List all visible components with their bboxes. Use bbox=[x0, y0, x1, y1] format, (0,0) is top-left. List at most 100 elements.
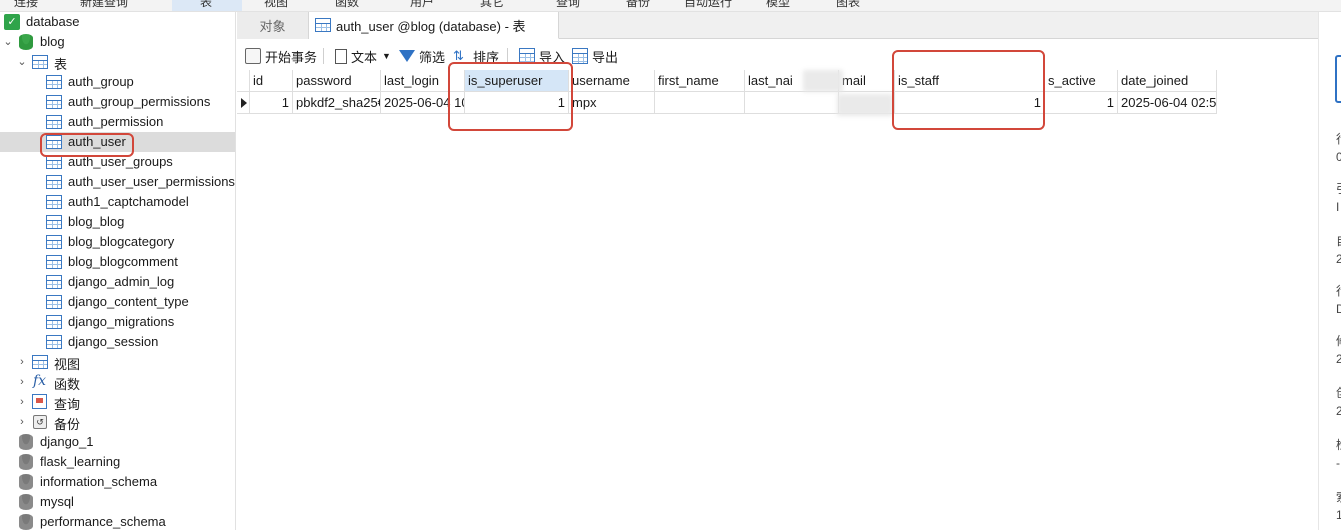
navigation-tree: ✓ database ⌄ blog ⌄ 表 auth_group auth_gr… bbox=[0, 12, 236, 530]
toolbar-divider bbox=[323, 48, 324, 64]
text-button[interactable]: 文本 ▼ bbox=[335, 46, 391, 66]
sidebar-item-table[interactable]: blog_blogcategory bbox=[0, 232, 235, 252]
cell-is-staff[interactable]: 1 bbox=[895, 92, 1045, 114]
toolbar-user-button[interactable]: 用户 bbox=[410, 0, 434, 10]
current-row-indicator[interactable] bbox=[237, 92, 250, 114]
filter-label: 筛选 bbox=[419, 49, 446, 65]
cell-first-name[interactable] bbox=[655, 92, 745, 114]
sidebar-item-table[interactable]: blog_blog bbox=[0, 212, 235, 232]
tree-database[interactable]: information_schema bbox=[0, 472, 235, 492]
column-header-username[interactable]: username bbox=[569, 70, 655, 92]
filter-button[interactable]: 筛选 bbox=[399, 46, 445, 66]
info-label: 检 bbox=[1336, 436, 1341, 453]
cell-password[interactable]: pbkdf2_sha25€ bbox=[293, 92, 381, 114]
sidebar-item-label: auth1_captchamodel bbox=[68, 194, 189, 209]
info-label: 修 bbox=[1336, 332, 1341, 349]
toolbar-chart-button[interactable]: 图表 bbox=[836, 0, 860, 10]
column-header-is-staff[interactable]: is_staff bbox=[895, 70, 1045, 92]
toolbar-other-button[interactable]: 其它 bbox=[480, 0, 504, 10]
tree-views-group[interactable]: › 视图 bbox=[0, 352, 235, 372]
table-icon bbox=[46, 255, 62, 269]
sidebar-item-table[interactable]: django_session bbox=[0, 332, 235, 352]
toolbar-table-button[interactable]: 表 bbox=[200, 0, 212, 10]
begin-transaction-button[interactable]: 开始事务 bbox=[245, 46, 317, 66]
import-button[interactable]: 导入 bbox=[519, 46, 565, 66]
sidebar-item-table[interactable]: django_content_type bbox=[0, 292, 235, 312]
export-icon bbox=[572, 48, 588, 64]
toolbar-function-button[interactable]: 函数 bbox=[335, 0, 359, 10]
export-label: 导出 bbox=[592, 49, 619, 65]
info-label: 引 bbox=[1336, 180, 1341, 197]
toolbar-automation-button[interactable]: 自动运行 bbox=[684, 0, 732, 10]
column-header-first-name[interactable]: first_name bbox=[655, 70, 745, 92]
dropdown-arrow-icon[interactable]: ▼ bbox=[382, 51, 391, 61]
cell-is-active[interactable]: 1 bbox=[1045, 92, 1118, 114]
sort-button[interactable]: ⇅ 排序 bbox=[453, 46, 499, 66]
sidebar-item-table[interactable]: auth_group bbox=[0, 72, 235, 92]
tree-database[interactable]: flask_learning bbox=[0, 452, 235, 472]
sidebar-item-table[interactable]: auth_user_groups bbox=[0, 152, 235, 172]
cell-username[interactable]: mpx bbox=[569, 92, 655, 114]
redaction-patch bbox=[803, 70, 843, 92]
sidebar-item-table[interactable]: auth_group_permissions bbox=[0, 92, 235, 112]
sidebar-item-table[interactable]: auth_user_user_permissions bbox=[0, 172, 235, 192]
chevron-right-icon[interactable]: › bbox=[16, 416, 28, 428]
chevron-right-icon[interactable]: › bbox=[16, 396, 28, 408]
info-label: 创 bbox=[1336, 384, 1341, 401]
table-icon bbox=[46, 215, 62, 229]
column-header-email[interactable]: mail bbox=[839, 70, 895, 92]
cell-date-joined[interactable]: 2025-06-04 02:5 bbox=[1118, 92, 1217, 114]
cell-last-name[interactable] bbox=[745, 92, 839, 114]
toolbar-divider bbox=[507, 48, 508, 64]
toolbar-connect-button[interactable]: 连接 bbox=[14, 0, 38, 10]
panel-toggle-icon[interactable] bbox=[1335, 55, 1341, 103]
tree-database-blog[interactable]: ⌄ blog bbox=[0, 32, 235, 52]
sidebar-item-table[interactable]: django_admin_log bbox=[0, 272, 235, 292]
toolbar-query-button[interactable]: 查询 bbox=[556, 0, 580, 10]
sidebar-item-label: auth_group_permissions bbox=[68, 94, 211, 109]
toolbar-backup-button[interactable]: 备份 bbox=[626, 0, 650, 10]
chevron-down-icon[interactable]: ⌄ bbox=[2, 36, 14, 48]
tree-database[interactable]: performance_schema bbox=[0, 512, 235, 530]
tree-backups-group[interactable]: › ↺ 备份 bbox=[0, 412, 235, 432]
sort-icon: ⇅ bbox=[453, 48, 464, 63]
column-header-is-superuser[interactable]: is_superuser bbox=[465, 70, 569, 92]
cell-last-login[interactable]: 2025-06-04 10 bbox=[381, 92, 465, 114]
column-header-is-active[interactable]: s_active bbox=[1045, 70, 1118, 92]
sidebar-item-auth-user[interactable]: auth_user bbox=[0, 132, 235, 152]
tree-functions-group[interactable]: › fx 函数 bbox=[0, 372, 235, 392]
tree-database[interactable]: mysql bbox=[0, 492, 235, 512]
chevron-right-icon[interactable]: › bbox=[16, 356, 28, 368]
sidebar-item-table[interactable]: auth_permission bbox=[0, 112, 235, 132]
cell-id[interactable]: 1 bbox=[250, 92, 293, 114]
column-header-password[interactable]: password bbox=[293, 70, 381, 92]
sidebar-item-table[interactable]: auth1_captchamodel bbox=[0, 192, 235, 212]
tab-objects[interactable]: 对象 bbox=[237, 12, 309, 39]
tree-database[interactable]: django_1 bbox=[0, 432, 235, 452]
navicat-window: 连接 新建查询 表 视图 函数 用户 其它 查询 备份 自动运行 模型 图表 ✓… bbox=[0, 0, 1341, 530]
sidebar-item-label: auth_user bbox=[68, 134, 126, 149]
table-icon bbox=[315, 18, 331, 32]
column-header-id[interactable]: id bbox=[250, 70, 293, 92]
tree-connection[interactable]: ✓ database bbox=[0, 12, 235, 32]
database-icon bbox=[19, 454, 33, 470]
cell-is-superuser[interactable]: 1 bbox=[465, 92, 569, 114]
toolbar-new-query-button[interactable]: 新建查询 bbox=[80, 0, 128, 10]
chevron-right-icon[interactable]: › bbox=[16, 376, 28, 388]
sidebar-item-label: auth_user_user_permissions bbox=[68, 174, 235, 189]
column-header-last-login[interactable]: last_login bbox=[381, 70, 465, 92]
sidebar-item-label: django_migrations bbox=[68, 314, 175, 329]
tab-auth-user[interactable]: auth_user @blog (database) - 表 bbox=[309, 12, 559, 39]
sidebar-item-table[interactable]: django_migrations bbox=[0, 312, 235, 332]
tree-tables-group[interactable]: ⌄ 表 bbox=[0, 52, 235, 72]
column-header-date-joined[interactable]: date_joined bbox=[1118, 70, 1217, 92]
tree-database-label: flask_learning bbox=[40, 454, 121, 469]
tree-queries-group[interactable]: › 查询 bbox=[0, 392, 235, 412]
toolbar-model-button[interactable]: 模型 bbox=[766, 0, 790, 10]
export-button[interactable]: 导出 bbox=[572, 46, 618, 66]
toolbar-view-button[interactable]: 视图 bbox=[264, 0, 288, 10]
row-header-corner bbox=[237, 70, 250, 92]
table-row[interactable]: 1 pbkdf2_sha25€ 2025-06-04 10 1 mpx 1 1 … bbox=[237, 92, 1217, 114]
sidebar-item-table[interactable]: blog_blogcomment bbox=[0, 252, 235, 272]
chevron-down-icon[interactable]: ⌄ bbox=[16, 56, 28, 68]
